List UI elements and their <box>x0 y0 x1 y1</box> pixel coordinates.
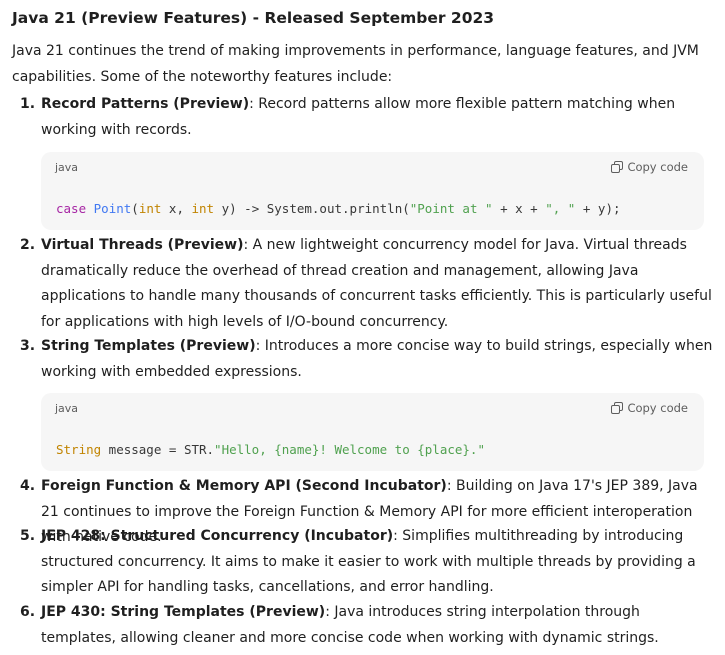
list-item: 1. Record Patterns (Preview): Record pat… <box>12 92 712 143</box>
code-language-label: java <box>55 402 79 415</box>
list-item-title: Virtual Threads (Preview) <box>41 237 244 253</box>
code-plain: + y); <box>575 201 621 216</box>
list-item: 3. String Templates (Preview): Introduce… <box>12 334 712 385</box>
code-keyword: case <box>56 201 87 216</box>
code-type: int <box>191 201 215 216</box>
list-item-title: Record Patterns (Preview) <box>41 96 250 112</box>
code-block: java Copy code case Point(int x, int y) … <box>41 152 704 230</box>
code-language-label: java <box>55 161 79 174</box>
list-item-title: JEP 430: String Templates (Preview) <box>41 604 326 620</box>
list-number: 5. <box>20 528 36 544</box>
code-string: "Hello, {name}! Welcome to {place}." <box>214 442 485 457</box>
intro-paragraph: Java 21 continues the trend of making im… <box>12 43 699 85</box>
copy-code-label: Copy code <box>627 401 688 415</box>
code-string: ", " <box>545 201 576 216</box>
list-number: 6. <box>20 604 36 620</box>
list-item: 6. JEP 430: String Templates (Preview): … <box>12 600 712 651</box>
list-item-title: Foreign Function & Memory API (Second In… <box>41 478 447 494</box>
code-string: "Point at " <box>409 201 493 216</box>
code-class: Point <box>93 201 132 216</box>
copy-icon <box>611 161 624 173</box>
code-block: java Copy code String message = STR."Hel… <box>41 393 704 471</box>
code-plain: y) -> System.out.println( <box>214 201 410 216</box>
list-text: JEP 430: String Templates (Preview): Jav… <box>41 600 713 651</box>
code-plain: message = STR. <box>101 442 215 457</box>
code-plain: ( <box>131 201 139 216</box>
code-plain: + x + <box>492 201 546 216</box>
list-item-title: String Templates (Preview) <box>41 338 256 354</box>
code-type: int <box>138 201 162 216</box>
list-item-title: JEP 428: Structured Concurrency (Incubat… <box>41 528 394 544</box>
copy-code-button[interactable]: Copy code <box>611 401 688 415</box>
list-number: 4. <box>20 478 36 494</box>
copy-icon <box>611 402 624 414</box>
page: Java 21 (Preview Features) - Released Se… <box>0 0 725 655</box>
list-text: Virtual Threads (Preview): A new lightwe… <box>41 233 713 335</box>
list-number: 3. <box>20 338 36 354</box>
list-text: JEP 428: Structured Concurrency (Incubat… <box>41 524 713 601</box>
copy-code-label: Copy code <box>627 160 688 174</box>
code-line: case Point(int x, int y) -> System.out.p… <box>56 201 621 216</box>
page-title: Java 21 (Preview Features) - Released Se… <box>12 9 495 27</box>
code-type: String <box>56 442 102 457</box>
list-text: String Templates (Preview): Introduces a… <box>41 334 713 385</box>
list-number: 2. <box>20 237 36 253</box>
list-text: Record Patterns (Preview): Record patter… <box>41 92 713 143</box>
copy-code-button[interactable]: Copy code <box>611 160 688 174</box>
code-plain: x, <box>161 201 192 216</box>
list-item: 2. Virtual Threads (Preview): A new ligh… <box>12 233 712 335</box>
code-line: String message = STR."Hello, {name}! Wel… <box>56 442 485 457</box>
list-item: 5. JEP 428: Structured Concurrency (Incu… <box>12 524 712 601</box>
list-number: 1. <box>20 96 36 112</box>
